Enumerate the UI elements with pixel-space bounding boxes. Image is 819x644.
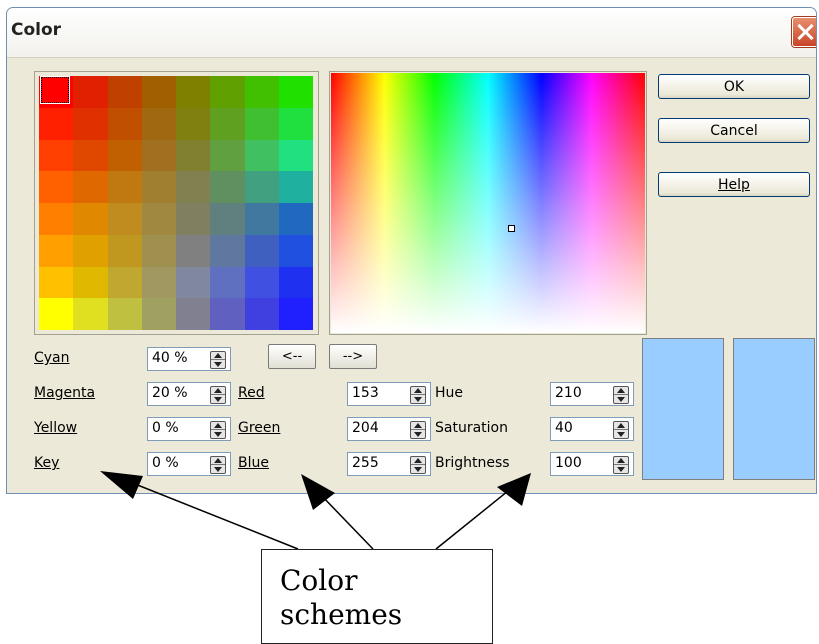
callout-line-2: schemes [280, 598, 403, 631]
arrow-line-hsb [435, 486, 514, 550]
color-schemes-callout: Color schemes [261, 549, 493, 644]
callout-line-1: Color [280, 564, 358, 597]
arrowhead-cmyk-icon [100, 471, 143, 499]
annotation-arrows [100, 471, 531, 550]
arrowhead-hsb-icon [497, 473, 531, 506]
arrow-line-cmyk [129, 481, 299, 550]
arrow-line-rgb [319, 493, 374, 550]
